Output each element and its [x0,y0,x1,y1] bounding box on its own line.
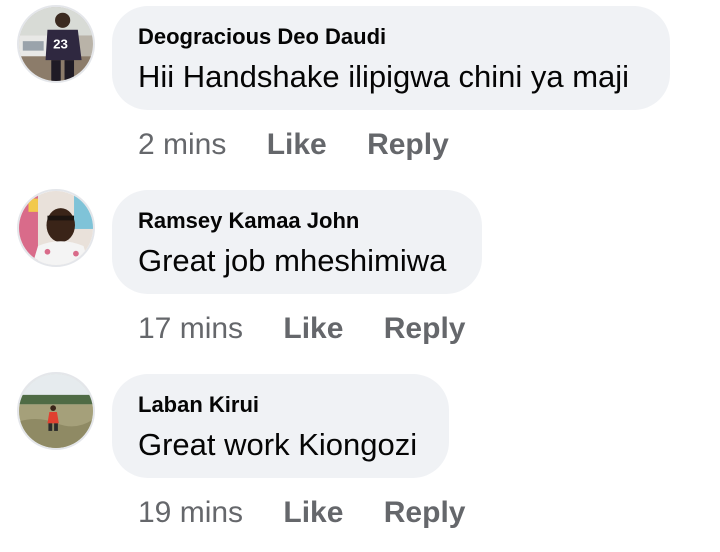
comment-bubble: Deogracious Deo Daudi Hii Handshake ilip… [112,6,670,110]
like-button[interactable]: Like [267,127,327,163]
like-button[interactable]: Like [283,311,343,347]
comment-time[interactable]: 2 mins [138,127,226,163]
avatar[interactable]: 23 [17,5,95,83]
person-jersey-avatar-icon: 23 [19,7,93,81]
avatar[interactable] [17,372,95,450]
comment-meta: 17 mins Like Reply [138,311,465,347]
svg-text:23: 23 [53,37,68,52]
landscape-person-avatar-icon [19,374,93,448]
comment-meta: 2 mins Like Reply [138,127,449,163]
comment-meta: 19 mins Like Reply [138,495,465,531]
comment-time[interactable]: 19 mins [138,495,243,531]
comment-text: Hii Handshake ilipigwa chini ya maji [138,59,630,94]
comment-text: Great job mheshimiwa [138,243,447,278]
comment-text: Great work Kiongozi [138,427,418,462]
like-button[interactable]: Like [283,495,343,531]
comment-author[interactable]: Deogracious Deo Daudi [138,24,644,50]
reply-button[interactable]: Reply [384,311,466,347]
avatar[interactable] [17,189,95,267]
comment-author[interactable]: Laban Kirui [138,392,423,418]
person-selfie-avatar-icon [19,191,93,265]
reply-button[interactable]: Reply [367,127,449,163]
comment-author[interactable]: Ramsey Kamaa John [138,208,456,234]
reply-button[interactable]: Reply [384,495,466,531]
comment-bubble: Ramsey Kamaa John Great job mheshimiwa [112,190,482,294]
comment-bubble: Laban Kirui Great work Kiongozi [112,374,449,478]
comment-time[interactable]: 17 mins [138,311,243,347]
